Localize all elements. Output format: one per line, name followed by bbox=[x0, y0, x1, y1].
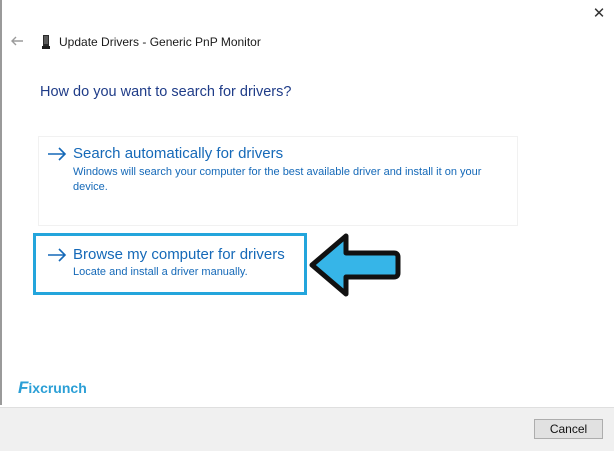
cancel-button[interactable]: Cancel bbox=[534, 419, 603, 439]
close-icon: ✕ bbox=[592, 5, 606, 22]
option-description: Locate and install a driver manually. bbox=[73, 266, 248, 278]
dialog-title: Update Drivers - Generic PnP Monitor bbox=[59, 35, 261, 49]
option-title[interactable]: Browse my computer for drivers bbox=[73, 246, 285, 263]
page-heading: How do you want to search for drivers? bbox=[40, 84, 292, 100]
dialog-header: Update Drivers - Generic PnP Monitor bbox=[0, 30, 614, 56]
option-title[interactable]: Search automatically for drivers bbox=[73, 145, 283, 162]
right-arrow-icon bbox=[48, 147, 67, 161]
window-left-border bbox=[0, 0, 2, 405]
watermark-logo: F ixcrunch bbox=[18, 378, 87, 400]
watermark-initial: F bbox=[18, 378, 29, 397]
watermark-text: ixcrunch bbox=[28, 380, 87, 396]
monitor-icon bbox=[41, 35, 51, 49]
right-arrow-icon bbox=[48, 248, 67, 262]
back-arrow-icon bbox=[11, 36, 23, 46]
update-drivers-dialog: ✕ Update Drivers - Generic PnP Monitor H… bbox=[0, 0, 614, 451]
dialog-footer bbox=[0, 407, 614, 451]
back-button[interactable] bbox=[9, 33, 25, 49]
option-description: Windows will search your computer for th… bbox=[73, 166, 482, 193]
browse-computer-option[interactable] bbox=[33, 233, 307, 295]
pointer-arrow-icon bbox=[309, 233, 401, 297]
close-button[interactable]: ✕ bbox=[588, 2, 610, 24]
